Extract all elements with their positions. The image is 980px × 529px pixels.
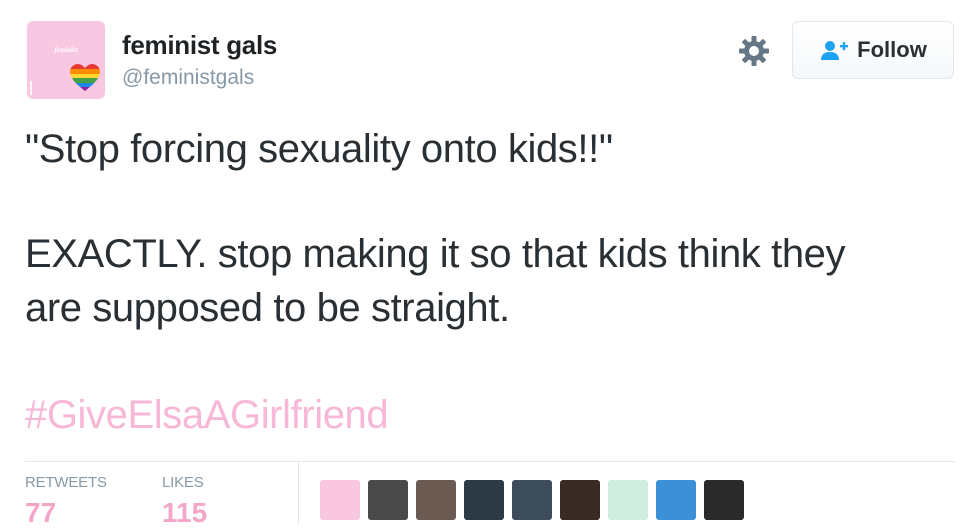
liker-avatar-9[interactable]: [704, 480, 744, 520]
tweet-line: are supposed to be straight.: [25, 286, 510, 330]
likes-label: LIKES: [162, 474, 204, 491]
liker-avatar-4[interactable]: [464, 480, 504, 520]
divider: [25, 461, 955, 462]
liker-avatar-5[interactable]: [512, 480, 552, 520]
add-user-icon: [821, 41, 849, 60]
follow-label: Follow: [857, 37, 927, 62]
liker-avatar-3[interactable]: [416, 480, 456, 520]
rainbow-heart-icon: [70, 64, 100, 91]
tweet-line: "Stop forcing sexuality onto kids!!": [25, 127, 613, 171]
liker-avatar-8[interactable]: [656, 480, 696, 520]
liker-avatar-2[interactable]: [368, 480, 408, 520]
follow-button[interactable]: Follow: [792, 21, 954, 79]
avatar-decoration: [30, 81, 50, 95]
hashtag-link[interactable]: #GiveElsaAGirlfriend: [25, 388, 389, 442]
retweets-label: RETWEETS: [25, 474, 107, 491]
liker-avatar-6[interactable]: [560, 480, 600, 520]
stats-divider: [298, 462, 299, 525]
gear-icon[interactable]: [736, 33, 772, 69]
display-name[interactable]: feminist gals: [122, 30, 277, 61]
liker-avatar-1[interactable]: [320, 480, 360, 520]
likes-stat[interactable]: LIKES 115: [162, 474, 207, 529]
likes-count: 115: [162, 497, 208, 528]
user-handle[interactable]: @feministgals: [122, 66, 254, 90]
tweet-text: "Stop forcing sexuality onto kids!!" EXA…: [25, 122, 960, 335]
liker-avatar-7[interactable]: [608, 480, 648, 520]
liker-avatars: [320, 480, 744, 520]
tweet-line: EXACTLY. stop making it so that kids thi…: [25, 232, 846, 276]
retweets-count: 77: [25, 497, 57, 528]
retweets-stat[interactable]: RETWEETS 77: [25, 474, 107, 529]
avatar-text: feminist: [54, 46, 78, 54]
avatar[interactable]: feminist: [27, 21, 105, 99]
